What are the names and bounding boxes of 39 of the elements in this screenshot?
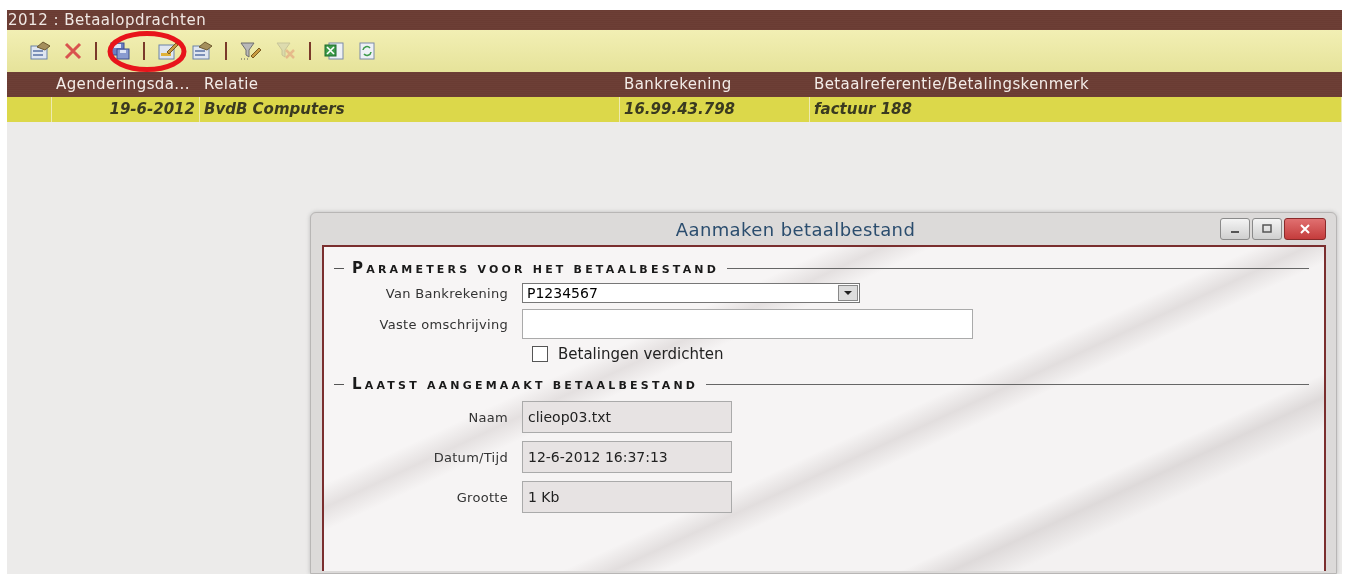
readonly-field: 1 Kb <box>522 481 732 513</box>
properties-icon <box>29 41 51 61</box>
table-cell: 16.99.43.798 <box>620 97 810 122</box>
field-label: Datum/Tijd <box>432 449 508 465</box>
column-header[interactable]: Agenderingsda... <box>52 72 200 97</box>
table-cell: 19-6-2012 <box>52 97 200 122</box>
dialog-title: Aanmaken betaalbestand <box>674 218 917 240</box>
field-label: Vaste omschrijving <box>378 316 508 332</box>
window-title: 2012 : Betaalopdrachten <box>7 11 207 29</box>
readonly-field: 12-6-2012 16:37:13 <box>522 441 732 473</box>
table-cell: BvdB Computers <box>200 97 620 122</box>
column-header[interactable]: Relatie <box>200 72 620 97</box>
minimize-button[interactable] <box>1220 218 1250 240</box>
properties-icon <box>191 41 213 61</box>
maximize-button[interactable] <box>1252 218 1282 240</box>
filter-clear-icon <box>275 41 297 61</box>
readonly-field: clieop03.txt <box>522 401 732 433</box>
column-header[interactable]: Betaalreferentie/Betalingskenmerk <box>810 72 1342 97</box>
table-row[interactable]: 19-6-2012 BvdB Computers 16.99.43.798 factuur 188 <box>7 97 1342 122</box>
maximize-icon <box>1262 224 1272 234</box>
close-button[interactable] <box>1284 218 1326 240</box>
section-heading: PARAMETERS VOOR HET BETAALBESTAND <box>352 259 720 277</box>
filter-pencil-icon <box>239 41 263 61</box>
table-cell: factuur 188 <box>810 97 1342 122</box>
column-header[interactable]: Bankrekening <box>620 72 810 97</box>
minimize-icon <box>1231 231 1239 233</box>
delete-icon <box>63 41 83 61</box>
close-icon <box>1300 224 1310 234</box>
dropdown[interactable]: P1234567 <box>522 283 860 303</box>
spreadsheet-icon <box>323 41 345 61</box>
field-label: Van Bankrekening <box>384 285 508 301</box>
edit-icon <box>157 41 179 61</box>
section-heading: LAATST AANGEMAAKT BETAALBESTAND <box>352 375 699 393</box>
refresh-icon <box>357 41 377 61</box>
field-label: Naam <box>467 409 508 425</box>
checkbox[interactable] <box>532 346 548 362</box>
checkbox-label: Betalingen verdichten <box>558 345 724 363</box>
field-label: Grootte <box>455 489 508 505</box>
input-field[interactable] <box>522 309 973 339</box>
